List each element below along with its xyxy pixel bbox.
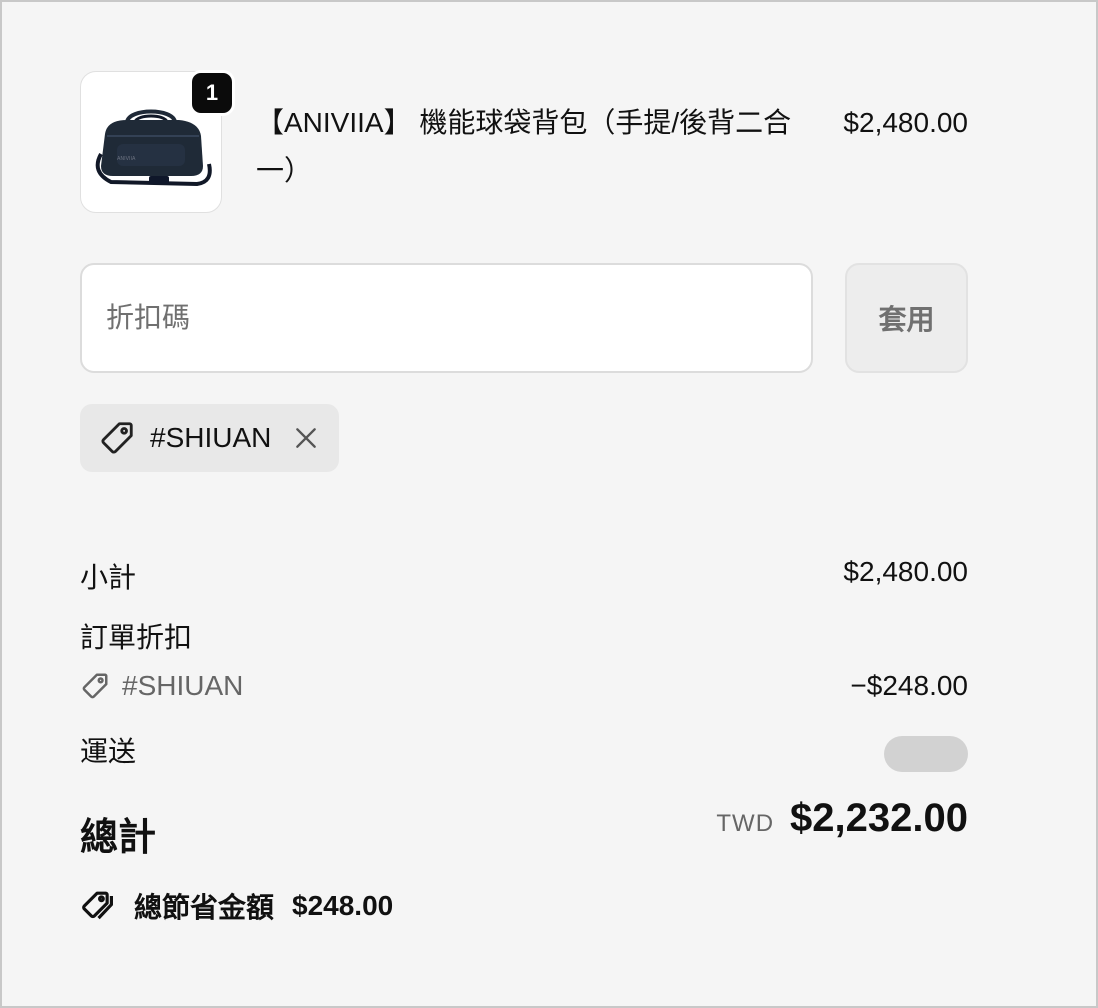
product-title: 【ANIVIIA】 機能球袋背包（手提/後背二合一） [256,107,792,186]
discount-amount: −$248.00 [850,670,968,701]
shipping-value-placeholder [884,736,968,772]
total-row: 總計 TWD $2,232.00 [80,796,968,876]
product-thumbnail: ANIVIIA 1 [80,70,235,213]
savings-value: $248.00 [292,890,394,921]
discount-code-input[interactable] [80,263,813,373]
apply-discount-button[interactable]: 套用 [845,263,968,373]
subtotal-row: 小計 $2,480.00 [80,550,968,610]
discount-code-text: #SHIUAN [122,670,244,701]
quantity-badge: 1 [189,70,235,116]
currency-code: TWD [716,810,775,837]
close-icon [296,428,317,448]
line-item: ANIVIIA 1 【ANIVIIA】 機能球袋背包（手提/後背二合一） $2,… [80,62,968,214]
total-savings-row: 總節省金額 $248.00 [80,876,968,936]
discount-code-group: #SHIUAN [80,670,243,702]
tags-icon [82,891,113,920]
product-price: $2,480.00 [843,107,968,138]
checkout-summary-panel: ANIVIIA 1 【ANIVIIA】 機能球袋背包（手提/後背二合一） $2,… [0,0,1098,1008]
remove-discount-button[interactable] [293,425,319,451]
shipping-label: 運送 [80,736,137,767]
order-discount-label: 訂單折扣 [80,622,193,653]
subtotal-value: $2,480.00 [843,556,968,587]
discount-code-row: #SHIUAN −$248.00 [80,664,968,724]
order-discount-row: 訂單折扣 [80,610,968,664]
applied-code-label: #SHIUAN [150,422,272,453]
svg-text:ANIVIIA: ANIVIIA [117,156,136,162]
applied-discount-chip: #SHIUAN [80,404,340,472]
shipping-row: 運送 [80,724,968,784]
tag-icon [101,422,133,454]
order-summary: 小計 $2,480.00 訂單折扣 #SHIUAN −$248.00 運送 總計… [80,550,968,936]
discount-form: 套用 [80,263,968,373]
subtotal-label: 小計 [80,562,137,593]
total-amount-group: TWD $2,232.00 [716,796,968,841]
total-value: $2,232.00 [790,796,968,840]
savings-label: 總節省金額 [134,892,275,923]
tag-icon [82,673,108,699]
total-label: 總計 [80,817,157,859]
